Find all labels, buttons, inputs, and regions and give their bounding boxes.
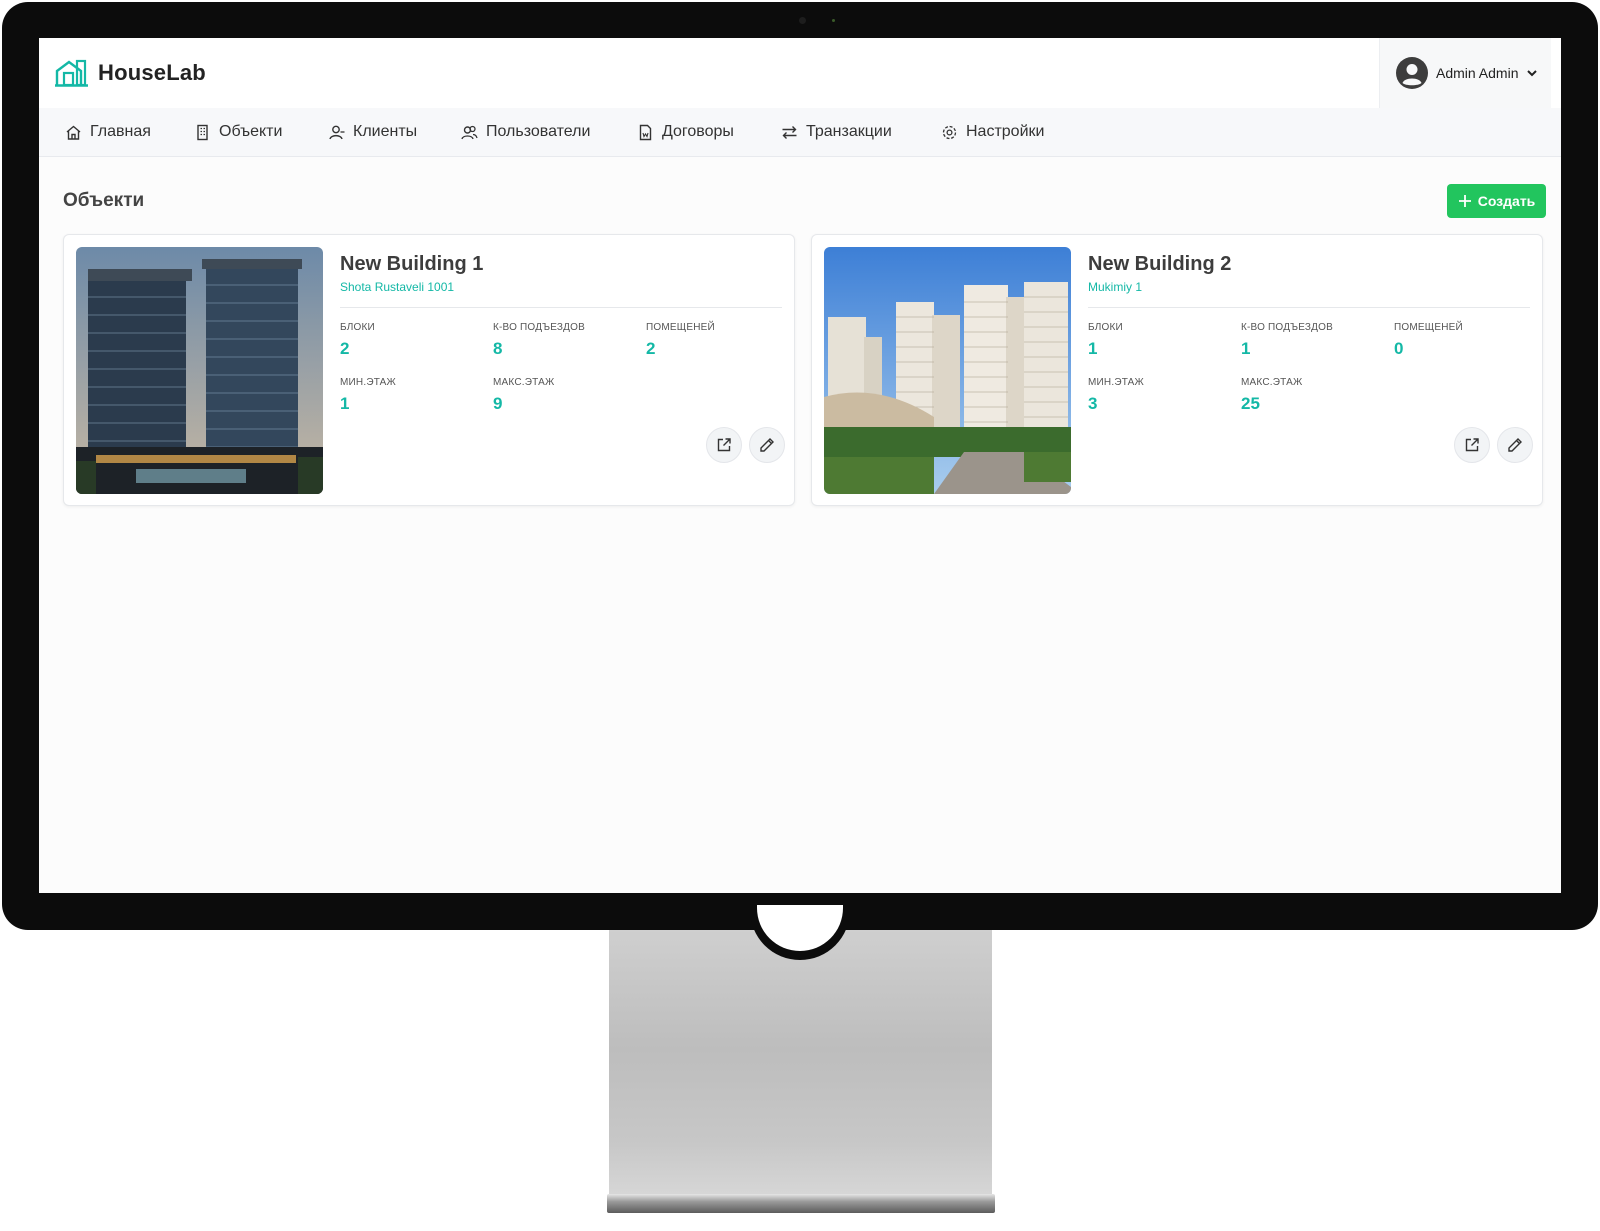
house-logo-icon [55,59,88,87]
monitor-stand [609,930,992,1194]
stat-value: 0 [1394,339,1404,358]
external-link-icon [1465,438,1479,452]
avatar-icon [1396,57,1428,89]
stat-entrances: К-во подъездов 1 [1241,322,1333,359]
user-icon [329,125,345,139]
pencil-icon [1508,438,1522,452]
building-photo [76,247,323,494]
nav-item-objects[interactable]: Объекти [194,108,282,156]
gear-icon [942,125,957,139]
building-stats: Блоки 2 К-во подъездов 8 Помещеней 2 Мин… [340,308,782,418]
stat-rooms: Помещеней 0 [1394,322,1463,359]
stat-rooms: Помещеней 2 [646,322,715,359]
building-address: Mukimiy 1 [1088,280,1143,294]
stat-blocks: Блоки 2 [340,322,375,359]
building-name: New Building 2 [1088,253,1232,275]
nav-label: Главная [90,123,151,140]
nav-item-contracts[interactable]: Договоры [637,108,734,156]
stat-label: Блоки [1088,322,1123,333]
building-stats: Блоки 1 К-во подъездов 1 Помещеней 0 Мин… [1088,308,1530,418]
stat-min-floor: Мин.этаж 3 [1088,377,1144,414]
stat-value: 1 [1088,339,1098,358]
stat-entrances: К-во подъездов 8 [493,322,585,359]
nav-label: Договоры [662,123,734,140]
stat-value: 1 [340,394,350,413]
pencil-icon [760,438,774,452]
user-menu[interactable]: Admin Admin [1379,38,1551,108]
nav-label: Объекти [219,123,283,140]
create-button[interactable]: Создать [1447,184,1546,218]
building-photo [824,247,1071,494]
nav-label: Настройки [966,123,1045,140]
stat-label: Помещеней [646,322,715,333]
building-card: New Building 1 Shota Rustaveli 1001 Блок… [63,234,795,506]
transfer-icon [782,125,797,139]
stat-value: 2 [340,339,350,358]
nav-item-users[interactable]: Пользователи [461,108,590,156]
nav-item-settings[interactable]: Настройки [941,108,1044,156]
open-button[interactable] [706,427,742,463]
stat-value: 8 [493,339,503,358]
stat-blocks: Блоки 1 [1088,322,1123,359]
stat-label: К-во подъездов [1241,322,1333,333]
external-link-icon [717,438,731,452]
nav-label: Клиенты [353,123,418,140]
open-button[interactable] [1454,427,1490,463]
stat-value: 9 [493,394,503,413]
chevron-down-icon [1527,70,1538,77]
building-card: New Building 2 Mukimiy 1 Блоки 1 К-во по… [811,234,1543,506]
camera [799,17,806,24]
stat-min-floor: Мин.этаж 1 [340,377,396,414]
brand-name: HouseLab [98,60,206,85]
stat-max-floor: Макс.этаж 25 [1241,377,1302,414]
user-name: Admin Admin [1436,65,1519,81]
app-screen: HouseLab Admin Admin Главная Объекти Кли… [39,38,1561,893]
monitor-foot [607,1194,995,1213]
users-icon [461,125,478,139]
top-bar: HouseLab Admin Admin [39,38,1561,109]
stat-value: 2 [646,339,656,358]
nav-item-home[interactable]: Главная [65,108,151,156]
building-icon [197,124,208,140]
main-nav: Главная Объекти Клиенты Пользователи Дог… [39,108,1561,157]
stat-label: Мин.этаж [340,377,396,388]
nav-item-transactions[interactable]: Транзакции [781,108,892,156]
camera-led [832,19,835,22]
create-button-label: Создать [1477,193,1536,209]
logo[interactable]: HouseLab [55,58,206,88]
stat-label: Макс.этаж [1241,377,1303,388]
building-name: New Building 1 [340,253,484,275]
nav-label: Пользователи [486,123,591,140]
plus-icon [1458,195,1471,207]
stat-max-floor: Макс.этаж 9 [493,377,554,414]
stat-label: Макс.этаж [493,377,555,388]
stat-label: Мин.этаж [1088,377,1144,388]
stat-label: Помещеней [1394,322,1463,333]
home-icon [66,125,81,140]
edit-button[interactable] [1497,427,1533,463]
stat-value: 1 [1241,339,1251,358]
stat-label: Блоки [340,322,375,333]
stat-value: 25 [1241,394,1260,413]
building-address: Shota Rustaveli 1001 [340,280,455,294]
page-title: Объекти [63,190,145,211]
stat-label: К-во подъездов [493,322,585,333]
stat-value: 3 [1088,394,1098,413]
nav-item-clients[interactable]: Клиенты [328,108,417,156]
nav-label: Транзакции [806,123,892,140]
edit-button[interactable] [749,427,785,463]
document-icon [639,124,652,140]
